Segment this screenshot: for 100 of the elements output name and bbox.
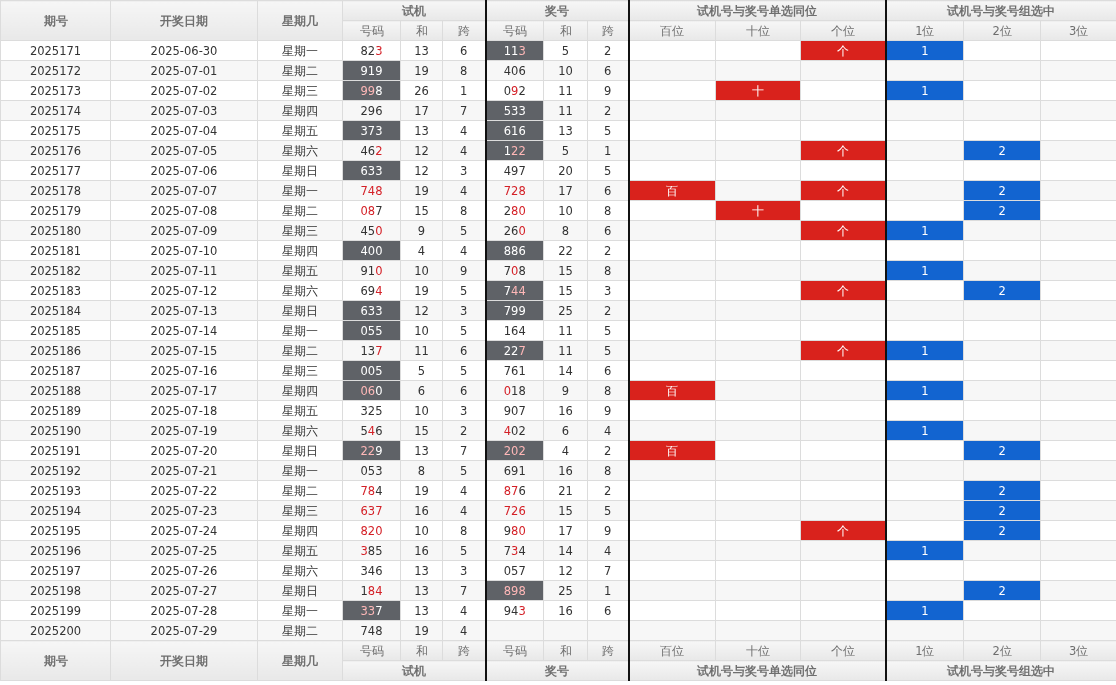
table-cell: 533 (485, 100, 544, 121)
table-cell: 2025175 (0, 120, 111, 141)
table-cell: 2025172 (0, 60, 111, 81)
table-cell: 2025173 (0, 80, 111, 101)
table-cell: 2025-07-27 (110, 580, 258, 601)
table-cell: 2025-07-25 (110, 540, 258, 561)
table-cell: 462 (342, 140, 401, 161)
table-cell: 2025197 (0, 560, 111, 581)
table-cell: 10 (400, 520, 443, 541)
table-cell: 15 (543, 280, 588, 301)
table-cell: 2025195 (0, 520, 111, 541)
table-cell: 2025171 (0, 40, 111, 61)
table-cell: 10 (400, 320, 443, 341)
table-cell: 734 (485, 540, 544, 561)
table-cell: 26 (400, 80, 443, 101)
table-cell: 2025185 (0, 320, 111, 341)
table-cell: 694 (342, 280, 401, 301)
table-cell: 202 (485, 440, 544, 461)
table-cell: 385 (342, 540, 401, 561)
table-cell: 2025178 (0, 180, 111, 201)
table-cell: 2025-07-10 (110, 240, 258, 261)
table-cell: 2025198 (0, 580, 111, 601)
table-cell: 2025-07-26 (110, 560, 258, 581)
table-cell: 325 (342, 400, 401, 421)
table-cell: 2025180 (0, 220, 111, 241)
table-cell: 886 (485, 240, 544, 261)
table-cell: 10 (543, 200, 588, 221)
table-cell: 19 (400, 620, 443, 641)
table-cell: 10 (400, 400, 443, 421)
column-header: 期号 (0, 640, 111, 681)
table-cell: 星期三 (257, 80, 343, 101)
table-cell: 726 (485, 500, 544, 521)
table-cell: 5 (400, 360, 443, 381)
table-cell: 8 (543, 220, 588, 241)
table-cell: 星期二 (257, 340, 343, 361)
table-cell: 2025-07-15 (110, 340, 258, 361)
table-cell: 16 (400, 540, 443, 561)
table-cell: 星期一 (257, 320, 343, 341)
table-cell: 2025182 (0, 260, 111, 281)
table-cell: 星期六 (257, 560, 343, 581)
table-cell: 2025-07-06 (110, 160, 258, 181)
hit-marker: 1 (885, 80, 964, 101)
table-cell: 17 (543, 520, 588, 541)
table-cell: 星期六 (257, 280, 343, 301)
hit-marker: 百 (628, 380, 716, 401)
table-cell: 546 (342, 420, 401, 441)
table-cell: 2025199 (0, 600, 111, 621)
table-cell: 2025-07-09 (110, 220, 258, 241)
column-header: 试机号与奖号单选同位 (628, 660, 886, 681)
table-cell: 2025-07-28 (110, 600, 258, 621)
table-cell: 9 (543, 380, 588, 401)
table-cell: 113 (485, 40, 544, 61)
table-cell: 823 (342, 40, 401, 61)
table-cell: 2025-07-18 (110, 400, 258, 421)
hit-marker: 1 (885, 340, 964, 361)
table-cell: 018 (485, 380, 544, 401)
column-header: 试机号与奖号组选中 (885, 0, 1116, 21)
table-cell: 2025-07-11 (110, 260, 258, 281)
table-cell: 2025193 (0, 480, 111, 501)
table-cell: 637 (342, 500, 401, 521)
table-cell: 2025-07-22 (110, 480, 258, 501)
table-cell: 2025-07-01 (110, 60, 258, 81)
table-cell: 227 (485, 340, 544, 361)
table-cell: 19 (400, 180, 443, 201)
table-cell: 11 (543, 80, 588, 101)
table-cell: 星期日 (257, 160, 343, 181)
table-cell: 星期五 (257, 400, 343, 421)
table-cell: 784 (342, 480, 401, 501)
table-cell: 2025-07-19 (110, 420, 258, 441)
table-cell: 2025-07-14 (110, 320, 258, 341)
table-cell: 星期日 (257, 440, 343, 461)
table-cell: 053 (342, 460, 401, 481)
table-cell: 2025-07-03 (110, 100, 258, 121)
table-cell: 2025-07-04 (110, 120, 258, 141)
table-cell: 星期二 (257, 620, 343, 641)
column-header: 开奖日期 (110, 0, 258, 41)
table-cell: 2025174 (0, 100, 111, 121)
table-cell: 星期五 (257, 540, 343, 561)
table-cell: 11 (543, 340, 588, 361)
table-cell: 星期一 (257, 600, 343, 621)
column-header: 百位 (628, 640, 716, 661)
table-cell: 728 (485, 180, 544, 201)
table-cell: 22 (543, 240, 588, 261)
table-cell: 184 (342, 580, 401, 601)
table-cell: 450 (342, 220, 401, 241)
hit-marker: 1 (885, 420, 964, 441)
table-cell: 2025186 (0, 340, 111, 361)
column-header: 试机号与奖号单选同位 (628, 0, 886, 21)
column-header: 百位 (628, 20, 716, 41)
table-cell: 2025196 (0, 540, 111, 561)
table-cell: 748 (342, 620, 401, 641)
table-cell: 2025188 (0, 380, 111, 401)
table-cell: 星期四 (257, 520, 343, 541)
table-cell: 16 (543, 400, 588, 421)
hit-marker: 百 (628, 440, 716, 461)
table-cell: 星期四 (257, 100, 343, 121)
table-cell: 21 (543, 480, 588, 501)
table-cell: 15 (543, 500, 588, 521)
table-cell: 13 (400, 560, 443, 581)
table-cell: 25 (543, 580, 588, 601)
